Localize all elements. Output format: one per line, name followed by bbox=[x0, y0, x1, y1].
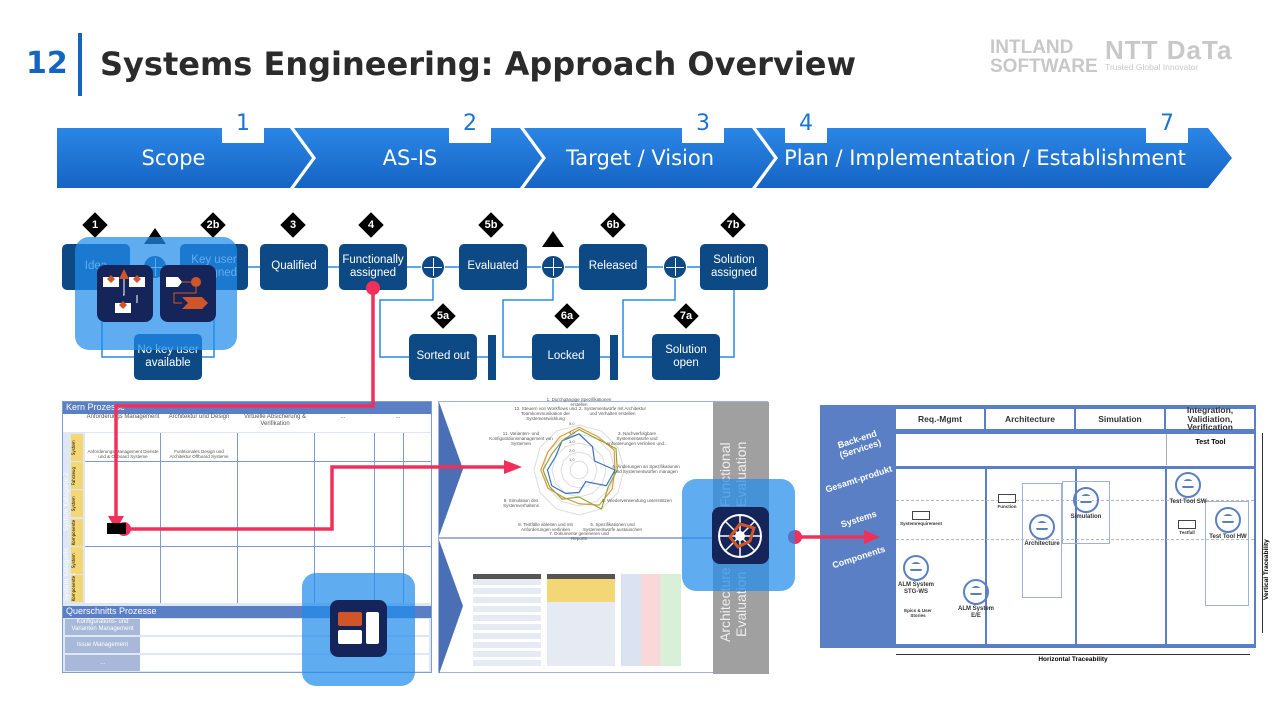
step-marker: 6a bbox=[556, 305, 578, 327]
step-marker: 5a bbox=[432, 305, 454, 327]
kern-prozesse-header: Kern Prozesse bbox=[63, 402, 431, 414]
gateway-icon bbox=[421, 255, 445, 279]
simulation-node[interactable]: Simulation bbox=[1066, 487, 1106, 521]
step-marker: 7a bbox=[675, 305, 697, 327]
row-label: Komponente bbox=[71, 574, 83, 603]
column-header: Architecture bbox=[986, 409, 1074, 429]
architecture-node[interactable]: Architecture bbox=[1022, 514, 1062, 548]
table-thumbnail bbox=[473, 574, 541, 666]
column-header: ... bbox=[340, 414, 346, 420]
step-marker: 1 bbox=[84, 214, 106, 236]
phase-number: 7 bbox=[1146, 103, 1188, 143]
column-header: Req.-Mgmt bbox=[896, 409, 984, 429]
step-marker: 4 bbox=[360, 214, 382, 236]
table-thumbnail bbox=[547, 574, 615, 666]
row-label: Fahrzeug bbox=[71, 462, 83, 490]
gateway-icon bbox=[663, 255, 687, 279]
test-tool-hw-node[interactable]: Test Tool HW bbox=[1208, 507, 1248, 541]
state-solution-open[interactable]: Solution open bbox=[652, 334, 720, 380]
column-header: Virtuelle Absicherung & Verifikation bbox=[244, 414, 306, 427]
row-label: Gesamt-produkt bbox=[824, 463, 894, 495]
radar-axis-label: 11. Varianten- und Konfigurationsmanagem… bbox=[489, 430, 553, 446]
traceability-panel: Req.-Mgmt Architecture Simulation Integr… bbox=[820, 405, 1256, 648]
step-marker: 2b bbox=[202, 214, 224, 236]
column-header: Architektur und Design bbox=[168, 414, 230, 420]
state-evaluated[interactable]: Evaluated bbox=[459, 244, 527, 290]
radar-axis-label: 12. Steuern von Workflows und Teamkommun… bbox=[514, 405, 577, 422]
function-artifact[interactable]: Function bbox=[992, 494, 1022, 510]
state-solution-assigned[interactable]: Solution assigned bbox=[700, 244, 768, 290]
row-label: Komponente bbox=[71, 518, 83, 546]
end-bar bbox=[610, 335, 618, 380]
step-marker: 6b bbox=[602, 214, 624, 236]
requirements-app-icon[interactable] bbox=[97, 265, 153, 322]
table-thumbnail bbox=[621, 574, 681, 666]
testfall-artifact[interactable]: Testfall bbox=[1172, 520, 1202, 536]
column-headers: Anforderungs Management Architektur und … bbox=[63, 414, 431, 432]
row-label: System bbox=[71, 490, 83, 518]
group-label: System Kategorie 2 bbox=[63, 472, 70, 532]
grid-cell-text: Anforderungs Management Dienste und & Of… bbox=[87, 449, 159, 460]
radar-axis-label: 7. Dokumente generieren und Reports bbox=[549, 531, 609, 542]
radar-axis-label: 8. Testfälle ableiten und mit Anforderun… bbox=[518, 522, 573, 533]
workflow-app-icon[interactable] bbox=[160, 265, 216, 322]
radar-tick-label: 5,0 bbox=[569, 421, 575, 426]
phase-plan: Plan / Implementation / Establishment bbox=[784, 146, 1186, 170]
state-functionally-assigned[interactable]: Functionally assigned bbox=[339, 244, 407, 290]
column-header: Simulation bbox=[1076, 409, 1164, 429]
evaluation-app-icon[interactable] bbox=[712, 507, 769, 564]
grid-cell-text: Funktionales Design und Architektur Offb… bbox=[169, 449, 229, 460]
radar-axis-label: 4. Änderungen an Spezifikationen und Sys… bbox=[612, 464, 680, 475]
epics-artifact[interactable]: Epics & User Stories bbox=[896, 608, 940, 619]
column-header: Integration, Validiation, Verification bbox=[1166, 405, 1254, 432]
state-qualified[interactable]: Qualified bbox=[260, 244, 328, 290]
radar-grid bbox=[551, 442, 607, 498]
radar-axis-label: 2. Systementwürfe mit Architektur und Ve… bbox=[578, 405, 647, 417]
step-marker: 3 bbox=[282, 214, 304, 236]
radar-axis-label: 3. Nachverfolgbare Systementwürfe und An… bbox=[606, 430, 668, 446]
quer-row-label: ... bbox=[65, 655, 140, 671]
row-label: Back-end (Services) bbox=[836, 428, 883, 461]
trace-grid: ALM System STG-WS ALM System E/E Archite… bbox=[896, 469, 1254, 644]
triangle-marker-icon bbox=[542, 231, 564, 247]
radar-axis-label: 9. Simulation des Systemverhaltens bbox=[503, 497, 539, 508]
horizontal-arrow bbox=[896, 654, 1250, 655]
state-locked[interactable]: Locked bbox=[532, 334, 600, 380]
test-tool-sw-node[interactable]: Test Tool SW bbox=[1168, 472, 1208, 506]
row-labels: System Fahrzeug System Komponente System… bbox=[71, 434, 83, 603]
horizontal-traceability-label: Horizontal Traceability bbox=[1038, 656, 1108, 663]
evaluation-tables bbox=[473, 574, 713, 666]
alm-stg-node[interactable]: ALM System STG-WS bbox=[896, 555, 936, 595]
test-tool-label: Test Tool bbox=[1166, 434, 1254, 465]
systemrequirement-artifact[interactable]: Systemrequirement bbox=[896, 511, 946, 527]
row-label: System bbox=[71, 434, 83, 462]
radar-axis-label: 5. Wiederverwendung unterstützen bbox=[602, 497, 672, 503]
state-sorted-out[interactable]: Sorted out bbox=[409, 334, 477, 380]
radar-grid bbox=[569, 460, 589, 480]
column-header: Anforderungs Management bbox=[86, 414, 160, 420]
radar-tick-label: 1,0 bbox=[569, 457, 575, 462]
vertical-traceability-label: Vertical Traceability bbox=[1263, 539, 1270, 600]
step-marker: 7b bbox=[722, 214, 744, 236]
row-label: Components bbox=[831, 543, 887, 571]
project-app-icon[interactable] bbox=[330, 600, 387, 657]
step-marker: 5b bbox=[480, 214, 502, 236]
gateway-icon bbox=[541, 255, 565, 279]
quer-row-label: Issue Management bbox=[65, 637, 140, 653]
radar-tick-label: 4,0 bbox=[569, 430, 575, 435]
backend-row: Test Tool bbox=[896, 434, 1254, 466]
end-bar bbox=[488, 335, 496, 380]
row-label: System bbox=[71, 546, 83, 574]
column-header: ... bbox=[395, 414, 401, 420]
state-released[interactable]: Released bbox=[579, 244, 647, 290]
group-label: System Kategorie 1 bbox=[63, 547, 77, 602]
row-label: Systems bbox=[839, 508, 878, 530]
quer-row-label: Konfigurations- und Varianten Management bbox=[65, 619, 140, 635]
radar-tick-label: 3,0 bbox=[569, 439, 575, 444]
radar-tick-label: 2,0 bbox=[569, 448, 575, 453]
alm-ee-node[interactable]: ALM System E/E bbox=[956, 579, 996, 619]
